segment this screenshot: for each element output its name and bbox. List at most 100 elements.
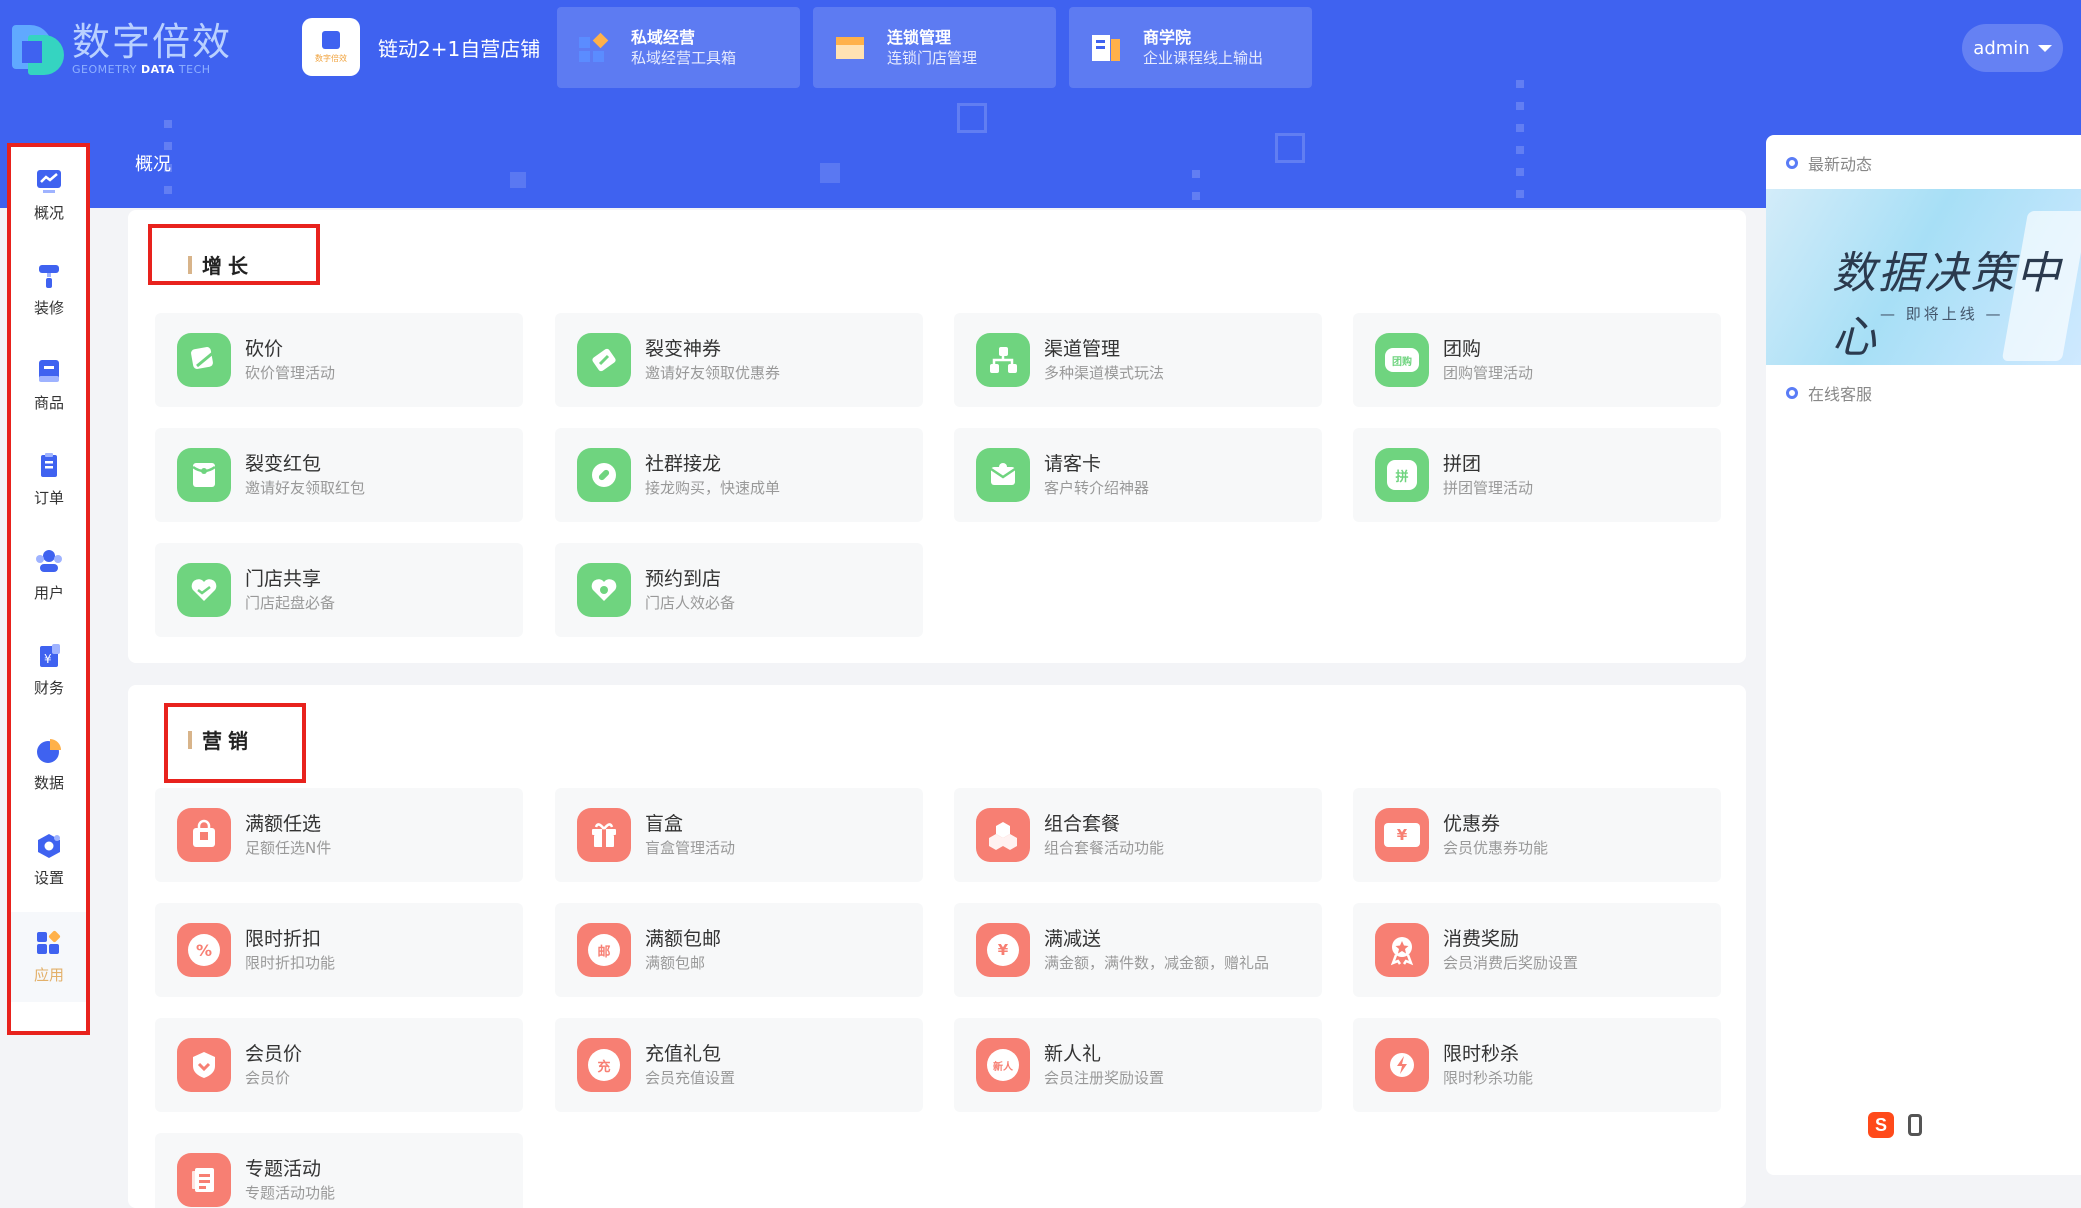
card-title: 新人礼 bbox=[1044, 1043, 1102, 1065]
marketing-card-newcomer-gift[interactable]: 新人 新人礼 会员注册奖励设置 bbox=[954, 1018, 1322, 1112]
marketing-card-blind-box[interactable]: 盲盒 盲盒管理活动 bbox=[555, 788, 923, 882]
free-shipping-icon: 邮 bbox=[577, 923, 631, 977]
ticket-icon: ¥ bbox=[1375, 808, 1429, 862]
nav-tab-title: 商学院 bbox=[1143, 27, 1192, 47]
growth-card-coupon-split[interactable]: 裂变神券 邀请好友领取优惠券 bbox=[555, 313, 923, 407]
grid-icon bbox=[577, 31, 611, 65]
marketing-card-consume-reward[interactable]: 消费奖励会员消费后奖励设置 bbox=[1353, 903, 1721, 997]
appointment-icon bbox=[577, 563, 631, 617]
combo-icon bbox=[976, 808, 1030, 862]
card-title: 满减送 bbox=[1044, 928, 1102, 950]
keyboard-icon[interactable] bbox=[1908, 1114, 1922, 1136]
logo-mark-icon bbox=[12, 21, 64, 75]
decor-line bbox=[1192, 170, 1200, 208]
marketing-card-full-reduce[interactable]: ¥ 满减送满金额，满件数，减金额，赠礼品 bbox=[954, 903, 1322, 997]
shop-switcher[interactable]: 数字倍效 链动2+1自营店铺 bbox=[302, 18, 540, 76]
marketing-card-full-select[interactable]: 满额任选足额任选N件 bbox=[155, 788, 523, 882]
card-title: 拼团 bbox=[1443, 453, 1482, 475]
pin-tuan-icon: 拼 bbox=[1375, 448, 1429, 502]
book-icon bbox=[1089, 31, 1123, 65]
decor-square bbox=[1275, 133, 1305, 163]
decor-line bbox=[1516, 80, 1524, 208]
news-header[interactable]: 最新动态 bbox=[1786, 151, 1872, 175]
card-title: 会员价 bbox=[245, 1043, 303, 1065]
brand-logo[interactable]: 数字倍效 GEOMETRY DATA TECH bbox=[12, 18, 232, 78]
marketing-card-member-price[interactable]: 会员价 会员价 bbox=[155, 1018, 523, 1112]
card-desc: 门店起盘必备 bbox=[245, 594, 336, 612]
card-desc: 会员价 bbox=[245, 1069, 291, 1087]
growth-card-invite-card[interactable]: 请客卡 客户转介绍神器 bbox=[954, 428, 1322, 522]
full-reduce-icon: ¥ bbox=[976, 923, 1030, 977]
marketing-card-limited-discount[interactable]: % 限时折扣 限时折扣功能 bbox=[155, 903, 523, 997]
marketing-card-recharge-gift[interactable]: 充 充值礼包 会员充值设置 bbox=[555, 1018, 923, 1112]
sogou-s-icon[interactable]: S bbox=[1868, 1112, 1894, 1138]
growth-card-pin-tuan[interactable]: 拼 拼团拼团管理活动 bbox=[1353, 428, 1721, 522]
flash-sale-icon bbox=[1375, 1038, 1429, 1092]
decor-square bbox=[957, 103, 987, 133]
card-title: 满额任选 bbox=[245, 813, 322, 835]
card-desc: 盲盒管理活动 bbox=[645, 839, 736, 857]
banner-subtitle: — 即将上线 — bbox=[1880, 305, 2004, 323]
marketing-card-coupon[interactable]: ¥ 优惠券会员优惠券功能 bbox=[1353, 788, 1721, 882]
nav-tab-academy[interactable]: 商学院 企业课程线上输出 bbox=[1069, 7, 1312, 88]
card-desc: 接龙购买，快速成单 bbox=[645, 479, 781, 497]
marketing-card-combo[interactable]: 组合套餐 组合套餐活动功能 bbox=[954, 788, 1322, 882]
recharge-icon: 充 bbox=[577, 1038, 631, 1092]
card-desc: 多种渠道模式玩法 bbox=[1044, 364, 1165, 382]
marketing-card-free-shipping[interactable]: 邮 满额包邮 满额包邮 bbox=[555, 903, 923, 997]
nav-tab-subtitle: 企业课程线上输出 bbox=[1143, 48, 1264, 67]
decor-square bbox=[820, 163, 840, 183]
card-title: 门店共享 bbox=[245, 568, 322, 590]
card-desc: 拼团管理活动 bbox=[1443, 479, 1534, 497]
card-desc: 会员优惠券功能 bbox=[1443, 839, 1549, 857]
store-icon bbox=[833, 31, 867, 65]
card-title: 优惠券 bbox=[1443, 813, 1501, 835]
online-service-title: 在线客服 bbox=[1808, 385, 1873, 404]
card-title: 满额包邮 bbox=[645, 928, 722, 950]
decor-square bbox=[510, 172, 526, 188]
gift-box-icon bbox=[577, 808, 631, 862]
breadcrumb: 概况 bbox=[135, 154, 171, 175]
bullet-icon bbox=[1786, 157, 1798, 169]
user-menu-button[interactable]: admin bbox=[1962, 24, 2063, 72]
nav-tab-chain[interactable]: 连锁管理 连锁门店管理 bbox=[813, 7, 1056, 88]
input-method-toolbar[interactable]: S bbox=[1868, 1112, 1922, 1138]
card-title: 团购 bbox=[1443, 338, 1482, 360]
invite-card-icon bbox=[976, 448, 1030, 502]
card-title: 限时秒杀 bbox=[1443, 1043, 1520, 1065]
promo-banner[interactable]: 数据决策中心 — 即将上线 — bbox=[1766, 189, 2081, 365]
growth-card-bargain[interactable]: 砍价 砍价管理活动 bbox=[155, 313, 523, 407]
card-desc: 客户转介绍神器 bbox=[1044, 479, 1150, 497]
nav-tab-title: 私域经营 bbox=[631, 27, 696, 47]
red-packet-icon bbox=[177, 448, 231, 502]
nav-tab-title: 连锁管理 bbox=[887, 27, 952, 47]
growth-card-appointment[interactable]: 预约到店 门店人效必备 bbox=[555, 543, 923, 637]
bullet-icon bbox=[1786, 387, 1798, 399]
shop-name: 链动2+1自营店铺 bbox=[378, 36, 541, 61]
card-desc: 足额任选N件 bbox=[245, 839, 332, 857]
card-title: 砍价 bbox=[245, 338, 284, 360]
bag-icon bbox=[177, 808, 231, 862]
growth-card-solitaire[interactable]: 社群接龙 接龙购买，快速成单 bbox=[555, 428, 923, 522]
card-title: 裂变红包 bbox=[245, 453, 322, 475]
card-desc: 邀请好友领取优惠券 bbox=[645, 364, 781, 382]
growth-card-channel[interactable]: 渠道管理 多种渠道模式玩法 bbox=[954, 313, 1322, 407]
nav-tab-private-domain[interactable]: 私域经营 私域经营工具箱 bbox=[557, 7, 800, 88]
card-title: 盲盒 bbox=[645, 813, 684, 835]
news-title: 最新动态 bbox=[1808, 155, 1873, 174]
online-service-header[interactable]: 在线客服 bbox=[1786, 381, 1872, 405]
reward-icon bbox=[1375, 923, 1429, 977]
card-title: 限时折扣 bbox=[245, 928, 322, 950]
card-desc: 满金额，满件数，减金额，赠礼品 bbox=[1044, 954, 1270, 972]
card-title: 消费奖励 bbox=[1443, 928, 1520, 950]
card-desc: 会员消费后奖励设置 bbox=[1443, 954, 1579, 972]
card-desc: 限时秒杀功能 bbox=[1443, 1069, 1534, 1087]
growth-card-group-buy[interactable]: 团购 团购 团购管理活动 bbox=[1353, 313, 1721, 407]
nav-tab-subtitle: 私域经营工具箱 bbox=[631, 48, 737, 67]
card-desc: 专题活动功能 bbox=[245, 1184, 336, 1202]
marketing-card-topic-activity[interactable]: 专题活动 专题活动功能 bbox=[155, 1133, 523, 1208]
growth-card-red-packet[interactable]: 裂变红包 邀请好友领取红包 bbox=[155, 428, 523, 522]
growth-card-store-share[interactable]: 门店共享门店起盘必备 bbox=[155, 543, 523, 637]
card-desc: 会员注册奖励设置 bbox=[1044, 1069, 1165, 1087]
marketing-card-flash-sale[interactable]: 限时秒杀限时秒杀功能 bbox=[1353, 1018, 1721, 1112]
